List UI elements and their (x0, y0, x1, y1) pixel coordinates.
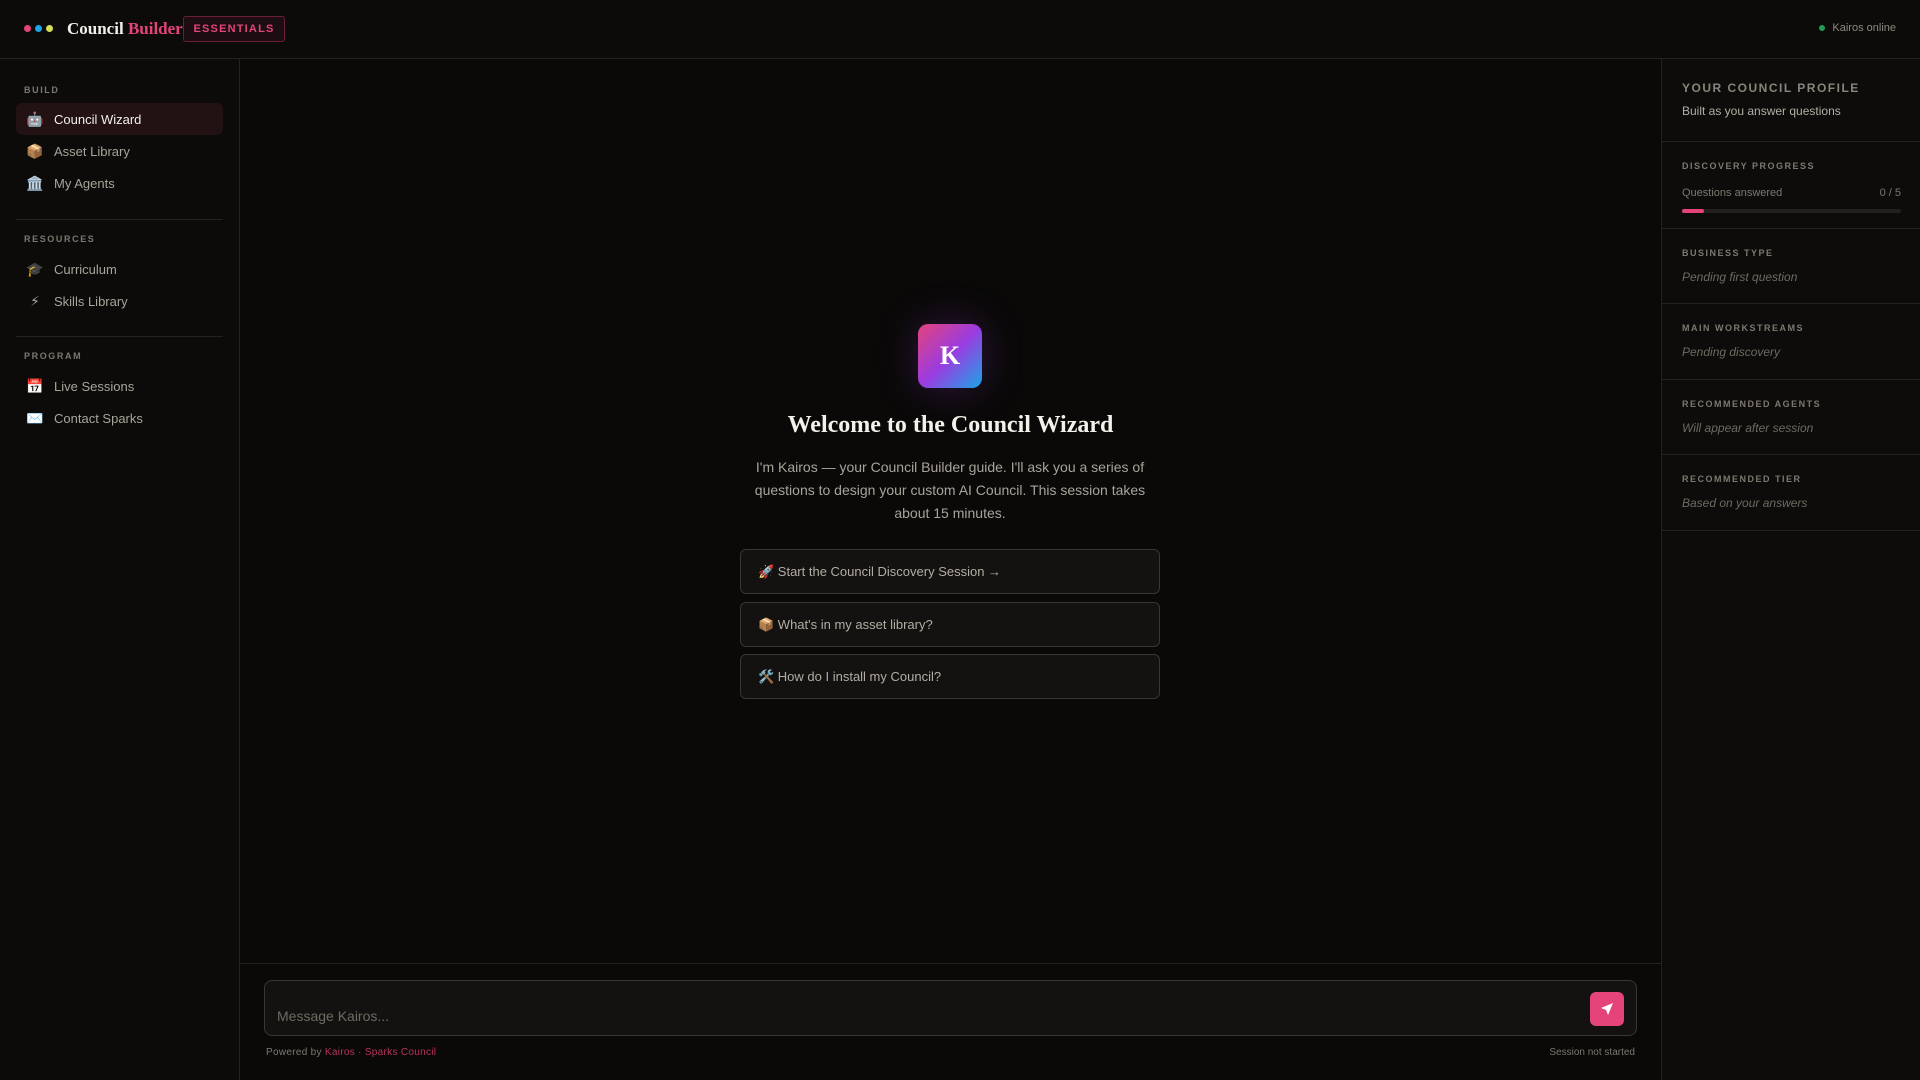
session-status: Session not started (1549, 1047, 1635, 1058)
powered-by: Powered by Kairos · Sparks Council (266, 1047, 436, 1058)
app-brand: Council Builder (67, 19, 183, 39)
profile-subtitle: Built as you answer questions (1682, 104, 1841, 118)
progress-label: DISCOVERY PROGRESS (1682, 161, 1816, 171)
powered-by-prefix: Powered by (266, 1047, 322, 1058)
progress-track (1682, 209, 1901, 213)
profile-header: YOUR COUNCIL PROFILE Built as you answer… (1662, 59, 1920, 142)
message-input[interactable] (277, 1005, 1557, 1027)
sidebar-item-contact-sparks[interactable]: ✉️ Contact Sparks (16, 402, 223, 434)
dot-yellow (46, 25, 53, 32)
calendar-icon: 📅 (26, 378, 44, 394)
profile-field-business-type: BUSINESS TYPE Pending first question (1662, 229, 1920, 304)
powered-by-link[interactable]: Kairos · Sparks Council (325, 1047, 436, 1058)
plan-badge: ESSENTIALS (183, 16, 285, 42)
field-value: Pending first question (1682, 270, 1798, 284)
progress-count: 0 / 5 (1879, 187, 1901, 199)
dot-pink (24, 25, 31, 32)
profile-field-recommended-tier: RECOMMENDED TIER Based on your answers (1662, 455, 1920, 531)
sidebar-item-asset-library[interactable]: 📦 Asset Library (16, 135, 223, 167)
sidebar-item-label: Curriculum (54, 261, 117, 277)
package-icon: 📦 (26, 143, 44, 159)
graduation-cap-icon: 🎓 (26, 261, 44, 277)
field-label: BUSINESS TYPE (1682, 248, 1774, 258)
dot-blue (35, 25, 42, 32)
brand-primary: Council (67, 19, 124, 38)
field-value: Pending discovery (1682, 345, 1781, 359)
message-composer (264, 980, 1637, 1036)
section-label-resources: RESOURCES (24, 234, 96, 244)
sidebar-item-label: Council Wizard (54, 111, 142, 127)
status-text: Kairos online (1832, 22, 1896, 34)
profile-title: YOUR COUNCIL PROFILE (1682, 81, 1860, 95)
chat-main: K Welcome to the Council Wizard I'm Kair… (240, 59, 1661, 963)
field-label: RECOMMENDED AGENTS (1682, 399, 1822, 409)
council-profile-panel: YOUR COUNCIL PROFILE Built as you answer… (1661, 59, 1920, 1080)
sidebar-divider (16, 219, 223, 220)
sidebar-item-label: My Agents (54, 175, 115, 191)
sidebar-item-label: Live Sessions (54, 378, 135, 394)
send-button[interactable] (1590, 992, 1624, 1026)
sidebar-divider (16, 336, 223, 337)
progress-row: Questions answered 0 / 5 (1682, 187, 1901, 199)
sidebar-item-live-sessions[interactable]: 📅 Live Sessions (16, 370, 223, 402)
progress-fill (1682, 209, 1704, 213)
section-label-program: PROGRAM (24, 351, 83, 361)
field-label: RECOMMENDED TIER (1682, 474, 1802, 484)
sidebar-item-skills-library[interactable]: ⚡ Skills Library (16, 285, 223, 317)
envelope-icon: ✉️ (26, 410, 44, 426)
robot-icon: 🤖 (26, 111, 44, 127)
send-icon (1601, 1003, 1613, 1015)
sidebar-item-my-agents[interactable]: 🏛️ My Agents (16, 167, 223, 199)
composer-area: Powered by Kairos · Sparks Council Sessi… (240, 963, 1661, 1080)
assistant-status: Kairos online (1819, 22, 1896, 34)
top-bar: Council Builder ESSENTIALS Kairos online (0, 0, 1920, 59)
window-dots (24, 25, 53, 32)
field-value: Based on your answers (1682, 496, 1808, 510)
welcome-title: Welcome to the Council Wizard (787, 412, 1114, 438)
field-label: MAIN WORKSTREAMS (1682, 323, 1804, 333)
sidebar-item-label: Contact Sparks (54, 410, 143, 426)
start-discovery-button[interactable]: 🚀 Start the Council Discovery Session → (740, 549, 1160, 594)
welcome-intro: I'm Kairos — your Council Builder guide.… (754, 459, 1146, 521)
sidebar-item-label: Asset Library (54, 143, 130, 159)
lightning-icon: ⚡ (30, 293, 40, 309)
classical-building-icon: 🏛️ (26, 175, 44, 191)
sidebar-item-council-wizard[interactable]: 🤖 Council Wizard (16, 103, 223, 135)
sidebar-item-curriculum[interactable]: 🎓 Curriculum (16, 253, 223, 285)
asset-library-question-button[interactable]: 📦 What's in my asset library? (740, 602, 1160, 647)
profile-field-recommended-agents: RECOMMENDED AGENTS Will appear after ses… (1662, 380, 1920, 455)
section-label-build: BUILD (24, 85, 60, 95)
discovery-progress: DISCOVERY PROGRESS Questions answered 0 … (1662, 142, 1920, 229)
field-value: Will appear after session (1682, 421, 1814, 435)
install-council-question-button[interactable]: 🛠️ How do I install my Council? (740, 654, 1160, 699)
kairos-logo-icon: K (918, 324, 982, 388)
online-dot-icon (1819, 25, 1826, 31)
sidebar-item-label: Skills Library (54, 293, 128, 309)
profile-field-main-workstreams: MAIN WORKSTREAMS Pending discovery (1662, 304, 1920, 380)
sidebar: BUILD 🤖 Council Wizard 📦 Asset Library 🏛… (0, 59, 240, 1080)
progress-row-label: Questions answered (1682, 187, 1783, 199)
brand-accent: Builder (127, 19, 183, 38)
